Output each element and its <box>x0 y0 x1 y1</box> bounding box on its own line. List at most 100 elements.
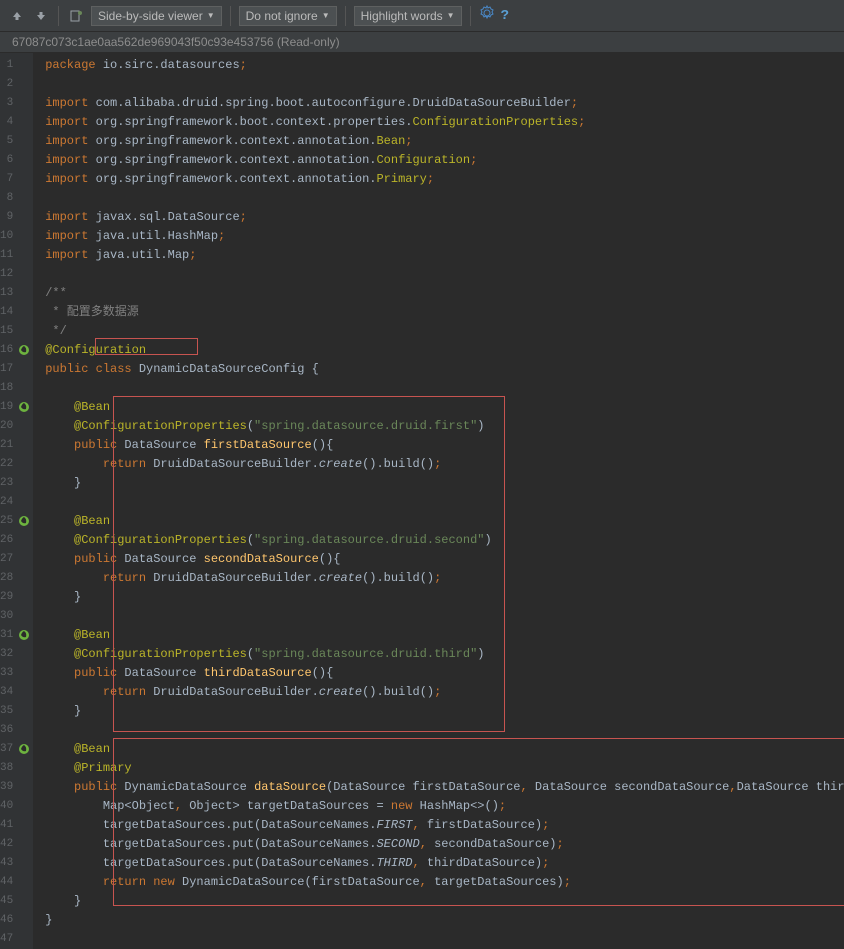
line-number: 33 <box>0 664 33 683</box>
code-line[interactable]: public DataSource secondDataSource(){ <box>33 550 844 569</box>
code-line[interactable] <box>33 721 844 740</box>
code-line[interactable]: import java.util.Map; <box>33 246 844 265</box>
code-line[interactable]: Map<Object, Object> targetDataSources = … <box>33 797 844 816</box>
code-line[interactable]: import org.springframework.context.annot… <box>33 170 844 189</box>
spring-bean-icon[interactable] <box>17 514 31 528</box>
code-line[interactable]: return DruidDataSourceBuilder.create().b… <box>33 455 844 474</box>
code-line[interactable]: @ConfigurationProperties("spring.datasou… <box>33 645 844 664</box>
line-number: 45 <box>0 892 33 911</box>
line-number: 36 <box>0 721 33 740</box>
code-line[interactable] <box>33 607 844 626</box>
line-number: 41 <box>0 816 33 835</box>
code-line[interactable]: import org.springframework.boot.context.… <box>33 113 844 132</box>
code-line[interactable]: @ConfigurationProperties("spring.datasou… <box>33 531 844 550</box>
code-line[interactable]: @Bean <box>33 512 844 531</box>
code-line[interactable]: @Bean <box>33 740 844 759</box>
revision-tab[interactable]: 67087c073c1ae0aa562de969043f50c93e453756… <box>0 32 844 53</box>
whitespace-dropdown[interactable]: Do not ignore ▼ <box>239 6 337 26</box>
line-number: 25 <box>0 512 33 531</box>
line-number: 35 <box>0 702 33 721</box>
editor-settings-icon[interactable] <box>67 7 85 25</box>
code-line[interactable]: targetDataSources.put(DataSourceNames.SE… <box>33 835 844 854</box>
line-number: 22 <box>0 455 33 474</box>
spring-bean-icon[interactable] <box>17 628 31 642</box>
code-line[interactable]: @Bean <box>33 626 844 645</box>
line-number: 11 <box>0 246 33 265</box>
view-mode-dropdown[interactable]: Side-by-side viewer ▼ <box>91 6 222 26</box>
code-area[interactable]: package io.sirc.datasources; import com.a… <box>33 53 844 949</box>
line-number: 24 <box>0 493 33 512</box>
code-line[interactable]: return DruidDataSourceBuilder.create().b… <box>33 569 844 588</box>
code-line[interactable]: import com.alibaba.druid.spring.boot.aut… <box>33 94 844 113</box>
line-number: 46 <box>0 911 33 930</box>
prev-diff-icon[interactable] <box>8 7 26 25</box>
code-line[interactable]: } <box>33 702 844 721</box>
code-line[interactable]: } <box>33 474 844 493</box>
line-number: 3 <box>0 94 33 113</box>
code-line[interactable] <box>33 493 844 512</box>
code-line[interactable]: */ <box>33 322 844 341</box>
code-line[interactable]: import org.springframework.context.annot… <box>33 132 844 151</box>
code-line[interactable]: public DataSource firstDataSource(){ <box>33 436 844 455</box>
code-line[interactable]: @ConfigurationProperties("spring.datasou… <box>33 417 844 436</box>
line-number: 43 <box>0 854 33 873</box>
line-number: 13 <box>0 284 33 303</box>
line-number: 7 <box>0 170 33 189</box>
line-number: 31 <box>0 626 33 645</box>
line-number: 47 <box>0 930 33 949</box>
gear-icon[interactable] <box>479 5 495 26</box>
line-number: 28 <box>0 569 33 588</box>
code-line[interactable]: } <box>33 588 844 607</box>
line-number: 20 <box>0 417 33 436</box>
code-line[interactable]: return new DynamicDataSource(firstDataSo… <box>33 873 844 892</box>
help-icon[interactable]: ? <box>501 8 509 24</box>
code-line[interactable]: import java.util.HashMap; <box>33 227 844 246</box>
line-number: 10 <box>0 227 33 246</box>
line-number: 1 <box>0 56 33 75</box>
line-number: 26 <box>0 531 33 550</box>
spring-bean-icon[interactable] <box>17 343 31 357</box>
code-line[interactable]: import org.springframework.context.annot… <box>33 151 844 170</box>
line-number: 12 <box>0 265 33 284</box>
code-line[interactable]: /** <box>33 284 844 303</box>
highlight-label: Highlight words <box>361 9 443 23</box>
spring-bean-icon[interactable] <box>17 400 31 414</box>
line-number: 37 <box>0 740 33 759</box>
code-editor[interactable]: 1234567891011121314151617181920212223242… <box>0 53 844 949</box>
line-number: 30 <box>0 607 33 626</box>
line-number: 32 <box>0 645 33 664</box>
whitespace-label: Do not ignore <box>246 9 318 23</box>
code-line[interactable]: @Bean <box>33 398 844 417</box>
line-number: 23 <box>0 474 33 493</box>
code-line[interactable]: targetDataSources.put(DataSourceNames.FI… <box>33 816 844 835</box>
code-line[interactable]: * 配置多数据源 <box>33 303 844 322</box>
code-line[interactable] <box>33 930 844 949</box>
code-line[interactable]: } <box>33 892 844 911</box>
line-number: 8 <box>0 189 33 208</box>
code-line[interactable]: public DataSource thirdDataSource(){ <box>33 664 844 683</box>
code-line[interactable] <box>33 265 844 284</box>
code-line[interactable]: @Primary <box>33 759 844 778</box>
code-line[interactable]: targetDataSources.put(DataSourceNames.TH… <box>33 854 844 873</box>
diff-toolbar: Side-by-side viewer ▼ Do not ignore ▼ Hi… <box>0 0 844 32</box>
code-line[interactable] <box>33 379 844 398</box>
line-number: 44 <box>0 873 33 892</box>
code-line[interactable]: import javax.sql.DataSource; <box>33 208 844 227</box>
code-line[interactable]: package io.sirc.datasources; <box>33 56 844 75</box>
code-line[interactable]: public DynamicDataSource dataSource(Data… <box>33 778 844 797</box>
code-line[interactable]: public class DynamicDataSourceConfig { <box>33 360 844 379</box>
view-mode-label: Side-by-side viewer <box>98 9 203 23</box>
line-number: 15 <box>0 322 33 341</box>
line-number: 21 <box>0 436 33 455</box>
chevron-down-icon: ▼ <box>447 11 455 20</box>
code-line[interactable]: return DruidDataSourceBuilder.create().b… <box>33 683 844 702</box>
highlight-dropdown[interactable]: Highlight words ▼ <box>354 6 462 26</box>
spring-bean-icon[interactable] <box>17 742 31 756</box>
chevron-down-icon: ▼ <box>322 11 330 20</box>
next-diff-icon[interactable] <box>32 7 50 25</box>
code-line[interactable]: @Configuration <box>33 341 844 360</box>
code-line[interactable] <box>33 189 844 208</box>
code-line[interactable]: } <box>33 911 844 930</box>
line-number: 6 <box>0 151 33 170</box>
code-line[interactable] <box>33 75 844 94</box>
